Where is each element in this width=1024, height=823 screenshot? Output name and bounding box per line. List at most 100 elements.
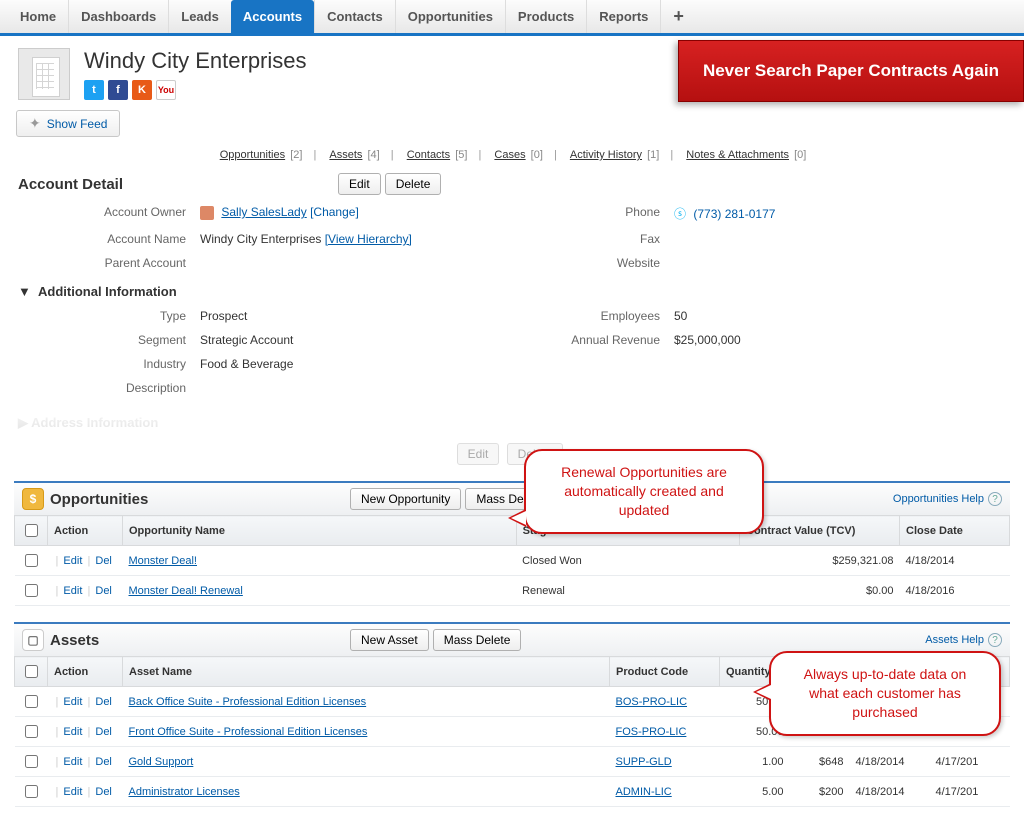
tab-products[interactable]: Products [505, 0, 586, 33]
name-label: Account Name [2, 228, 192, 250]
pulse-icon: ✦ [29, 115, 41, 132]
start-date-value: 4/18/2014 [850, 777, 930, 807]
opportunity-icon: $ [22, 488, 44, 510]
asset-name-link[interactable]: Front Office Suite - Professional Editio… [129, 726, 368, 738]
help-icon[interactable]: ? [988, 633, 1002, 647]
new-asset-button[interactable]: New Asset [350, 629, 429, 651]
rel-cases[interactable]: Cases [494, 149, 525, 161]
end-date-value: 4/17/201 [930, 747, 1010, 777]
callout-opportunities: Renewal Opportunities are automatically … [524, 449, 764, 534]
edit-button[interactable]: Edit [338, 173, 381, 195]
phone-link[interactable]: (773) 281-0177 [693, 207, 775, 221]
twitter-icon[interactable]: t [84, 80, 104, 100]
page-title: Windy City Enterprises [84, 48, 307, 74]
phone-label: Phone [496, 201, 666, 226]
new-opportunity-button[interactable]: New Opportunity [350, 488, 461, 510]
rel-contacts[interactable]: Contacts [407, 149, 450, 161]
row-edit-link[interactable]: Edit [63, 786, 82, 798]
owner-link[interactable]: Sally SalesLady [221, 205, 306, 219]
qty-value: 1.00 [720, 747, 790, 777]
mass-delete-assets-button[interactable]: Mass Delete [433, 629, 522, 651]
row-checkbox[interactable] [25, 725, 38, 738]
callout-assets: Always up-to-date data on what each cust… [769, 651, 1001, 736]
facebook-icon[interactable]: f [108, 80, 128, 100]
asset-icon: ▢ [22, 629, 44, 651]
product-code-link[interactable]: SUPP-GLD [616, 756, 672, 768]
related-links: Opportunities [2] | Assets [4] | Contact… [0, 141, 1024, 169]
rel-activity-history[interactable]: Activity History [570, 149, 642, 161]
row-edit-link[interactable]: Edit [63, 756, 82, 768]
row-del-link[interactable]: Del [95, 696, 112, 708]
qty-value: 5.00 [720, 777, 790, 807]
asset-name-link[interactable]: Administrator Licenses [129, 786, 240, 798]
help-icon[interactable]: ? [988, 492, 1002, 506]
owner-change-link[interactable]: [Change] [310, 205, 359, 219]
tab-add[interactable]: + [660, 0, 696, 33]
table-row: | Edit | DelMonster Deal!Closed Won$259,… [15, 546, 1010, 576]
view-hierarchy-link[interactable]: [View Hierarchy] [325, 232, 412, 246]
product-code-link[interactable]: BOS-PRO-LIC [616, 696, 688, 708]
tab-reports[interactable]: Reports [586, 0, 660, 33]
row-del-link[interactable]: Del [95, 726, 112, 738]
row-edit-link[interactable]: Edit [63, 555, 82, 567]
close-date-value: 4/18/2014 [900, 546, 1010, 576]
collapse-icon: ▼ [18, 284, 31, 299]
account-name-value: Windy City Enterprises [200, 232, 321, 246]
row-edit-link[interactable]: Edit [63, 726, 82, 738]
skype-icon[interactable]: ⓢ [674, 207, 686, 221]
product-code-link[interactable]: FOS-PRO-LIC [616, 726, 687, 738]
row-edit-link[interactable]: Edit [63, 585, 82, 597]
klout-icon[interactable]: K [132, 80, 152, 100]
row-del-link[interactable]: Del [95, 786, 112, 798]
tab-opportunities[interactable]: Opportunities [395, 0, 505, 33]
stage-value: Closed Won [516, 546, 739, 576]
row-edit-link[interactable]: Edit [63, 696, 82, 708]
fax-label: Fax [496, 228, 666, 250]
account-icon [18, 48, 70, 100]
account-detail-table: Account Owner Sally SalesLady [Change] P… [0, 199, 1024, 276]
tcv-value: $0.00 [740, 576, 900, 606]
promo-banner: Never Search Paper Contracts Again [678, 40, 1024, 102]
row-checkbox[interactable] [25, 695, 38, 708]
asset-name-link[interactable]: Back Office Suite - Professional Edition… [129, 696, 367, 708]
row-del-link[interactable]: Del [95, 756, 112, 768]
product-code-link[interactable]: ADMIN-LIC [616, 786, 672, 798]
delete-button[interactable]: Delete [385, 173, 442, 195]
rel-opportunities[interactable]: Opportunities [220, 149, 285, 161]
opportunities-help-link[interactable]: Opportunities Help [893, 493, 984, 505]
row-checkbox[interactable] [25, 584, 38, 597]
rel-assets[interactable]: Assets [329, 149, 362, 161]
tab-home[interactable]: Home [8, 0, 68, 33]
tab-accounts[interactable]: Accounts [231, 0, 314, 33]
row-checkbox[interactable] [25, 785, 38, 798]
parent-label: Parent Account [2, 252, 192, 274]
start-date-value: 4/18/2014 [850, 747, 930, 777]
price-value: $648 [790, 747, 850, 777]
select-all-assets[interactable] [25, 665, 38, 678]
select-all-opps[interactable] [25, 524, 38, 537]
website-label: Website [496, 252, 666, 274]
row-del-link[interactable]: Del [95, 555, 112, 567]
show-feed-label: Show Feed [47, 117, 108, 131]
asset-name-link[interactable]: Gold Support [129, 756, 194, 768]
row-del-link[interactable]: Del [95, 585, 112, 597]
top-nav: Home Dashboards Leads Accounts Contacts … [0, 0, 1024, 36]
opportunity-name-link[interactable]: Monster Deal! Renewal [129, 585, 243, 597]
tab-leads[interactable]: Leads [168, 0, 231, 33]
youtube-icon[interactable]: You [156, 80, 176, 100]
opportunities-title: Opportunities [50, 491, 350, 508]
assets-help-link[interactable]: Assets Help [925, 634, 984, 646]
row-checkbox[interactable] [25, 554, 38, 567]
show-feed-button[interactable]: ✦ Show Feed [16, 110, 120, 137]
rel-notes[interactable]: Notes & Attachments [686, 149, 789, 161]
table-row: | Edit | DelGold SupportSUPP-GLD1.00$648… [15, 747, 1010, 777]
tab-contacts[interactable]: Contacts [314, 0, 395, 33]
opportunity-name-link[interactable]: Monster Deal! [129, 555, 197, 567]
tcv-value: $259,321.08 [740, 546, 900, 576]
opportunities-panel: $ Opportunities New Opportunity Mass Del… [14, 481, 1010, 606]
additional-info-table: Type Prospect Employees 50 Segment Strat… [0, 303, 1024, 401]
tab-dashboards[interactable]: Dashboards [68, 0, 168, 33]
row-checkbox[interactable] [25, 755, 38, 768]
close-date-value: 4/18/2016 [900, 576, 1010, 606]
additional-info-header[interactable]: ▼ Additional Information [0, 276, 1024, 303]
